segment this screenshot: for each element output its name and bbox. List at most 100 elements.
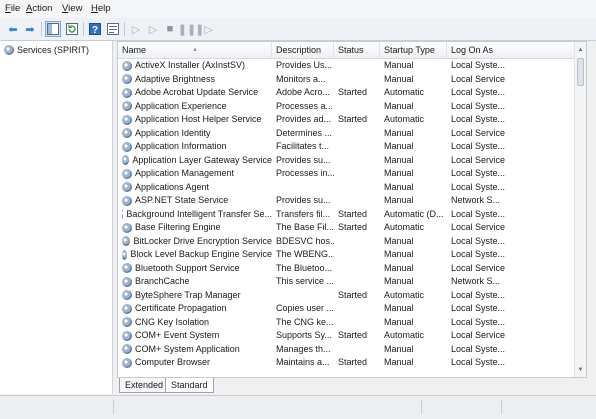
table-row[interactable]: Adobe Acrobat Update Service Adobe Acro..… [118,86,576,100]
cell-startup-type: Manual [384,73,414,84]
service-gear-icon [122,168,132,179]
column-header-name[interactable]: Name ▲ [118,42,272,58]
cell-description: Copies user ... [276,303,334,313]
table-row[interactable]: Application Management Processes in... Man… [118,167,576,181]
cell-description: Adobe Acro... [276,87,331,97]
menu-bar: File Action View Help [0,0,596,18]
tab-extended[interactable]: Extended [119,378,170,393]
cell-name: Application Layer Gateway Service [118,154,272,168]
menu-view[interactable]: View [62,3,82,14]
service-gear-icon [122,195,132,206]
cell-status [334,181,380,195]
column-header-description[interactable]: Description [272,42,334,58]
cell-log-on-as: Local Syste... [451,249,506,259]
cell-description: Facilitates t... [276,141,330,151]
table-row[interactable]: Base Filtering Engine The Base Fil... Star… [118,221,576,235]
restart-icon[interactable]: ❚▷ [195,21,213,37]
table-row[interactable]: ASP.NET State Service Provides su... Manua… [118,194,576,208]
table-row[interactable]: ByteSphere Trap Manager Started Automatic L… [118,289,576,303]
menu-file[interactable]: File [5,3,20,14]
cell-description: Transfers fil... [276,208,331,219]
cell-status [334,275,380,289]
cell-startup-type: Manual [384,141,414,151]
cell-status [334,154,380,168]
scroll-thumb[interactable] [577,58,584,86]
column-header-startup-type[interactable]: Startup Type [380,42,447,58]
scroll-down-icon[interactable]: ▼ [575,364,586,375]
cell-name: Application Host Helper Service [118,113,272,127]
properties-icon[interactable] [105,21,121,37]
menu-action[interactable]: Action [26,3,52,14]
vertical-scrollbar[interactable]: ▲ ▼ [574,42,586,377]
pause-icon[interactable]: ❚❚ [178,21,196,37]
table-row[interactable]: ActiveX Installer (AxInstSV) Provides Us.… [118,59,576,73]
table-row[interactable]: Application Information Facilitates t... M… [118,140,576,154]
console-tree: Services (SPIRIT) [0,41,113,394]
back-icon[interactable]: ⬅ [5,21,21,37]
table-row[interactable]: BitLocker Drive Encryption Service BDESVC… [118,235,576,249]
table-row[interactable]: COM+ Event System Supports Sy... Started Au… [118,329,576,343]
cell-name: CNG Key Isolation [118,316,272,330]
tab-standard[interactable]: Standard [165,378,214,393]
table-row[interactable]: Application Experience Processes a... Manu… [118,100,576,114]
table-row[interactable]: BranchCache This service ... Manual Network… [118,275,576,289]
cell-log-on-as: Local Service [451,330,506,340]
cell-log-on-as: Local Syste... [451,208,506,219]
cell-startup-type: Manual [384,154,414,165]
cell-log-on-as: Local Service [451,222,506,232]
status-bar [0,395,596,419]
cell-log-on-as: Local Syste... [451,303,506,313]
table-row[interactable]: Application Host Helper Service Provides … [118,113,576,127]
table-row[interactable]: Applications Agent Manual Local Syste... [118,181,576,195]
svg-text:?: ? [92,25,98,35]
table-row[interactable]: Background Intelligent Transfer Se... Tra… [118,208,576,222]
cell-startup-type: Manual [384,343,414,354]
cell-name: COM+ System Application [118,343,272,357]
cell-status: Started [338,330,368,340]
table-row[interactable]: Certificate Propagation Copies user ... Ma… [118,302,576,316]
cell-status [334,262,380,276]
stop-icon[interactable]: ■ [162,21,178,37]
start-params-icon[interactable]: ▷ [145,21,161,37]
table-row[interactable]: COM+ System Application Manages th... Manu… [118,343,576,357]
tree-item-services[interactable]: Services (SPIRIT) [4,45,89,55]
table-row[interactable]: Application Identity Determines ... Manual… [118,127,576,141]
cell-description: Provides Us... [276,60,333,70]
cell-startup-type: Automatic [384,222,425,232]
table-row[interactable]: Application Layer Gateway Service Provide… [118,154,576,168]
cell-log-on-as: Network S... [451,195,501,205]
forward-icon[interactable]: ➡ [22,21,38,37]
column-header-log-on-as[interactable]: Log On As [447,42,576,58]
cell-status: Started [338,222,368,232]
table-row[interactable]: CNG Key Isolation The CNG ke... Manual Loca… [118,316,576,330]
column-header-status[interactable]: Status [334,42,380,58]
cell-startup-type: Manual [384,316,414,327]
cell-description: Manages th... [276,343,331,354]
refresh-icon[interactable] [64,21,80,37]
service-gear-icon [122,60,132,71]
cell-description: The WBENG... [276,249,334,259]
cell-status [334,140,380,154]
menu-help[interactable]: Help [91,3,111,14]
table-row[interactable]: Block Level Backup Engine Service The WBE… [118,248,576,262]
service-gear-icon [122,290,132,301]
column-header-bar: Name ▲ Description Status Startup Type Lo… [118,42,586,59]
cell-status: Started [338,289,368,300]
table-row[interactable]: Adaptive Brightness Monitors a... Manual Lo… [118,73,576,87]
cell-name: ActiveX Installer (AxInstSV) [118,59,272,73]
cell-name: Application Information [118,140,272,154]
cell-name: Adobe Acrobat Update Service [118,86,272,100]
help-icon[interactable]: ? [87,21,103,37]
show-hide-tree-icon[interactable] [45,21,61,37]
table-row[interactable]: Computer Browser Maintains a... Started Man… [118,356,576,370]
service-gear-icon [122,128,132,139]
table-row[interactable]: Bluetooth Support Service The Bluetoo... M… [118,262,576,276]
cell-description: The CNG ke... [276,316,334,327]
cell-name: BranchCache [118,275,272,289]
cell-log-on-as: Local Service [451,262,506,273]
start-icon[interactable]: ▷ [128,21,144,37]
cell-name: Application Identity [118,127,272,141]
cell-log-on-as: Local Syste... [451,235,506,246]
cell-description [272,181,334,195]
scroll-up-icon[interactable]: ▲ [575,44,586,55]
